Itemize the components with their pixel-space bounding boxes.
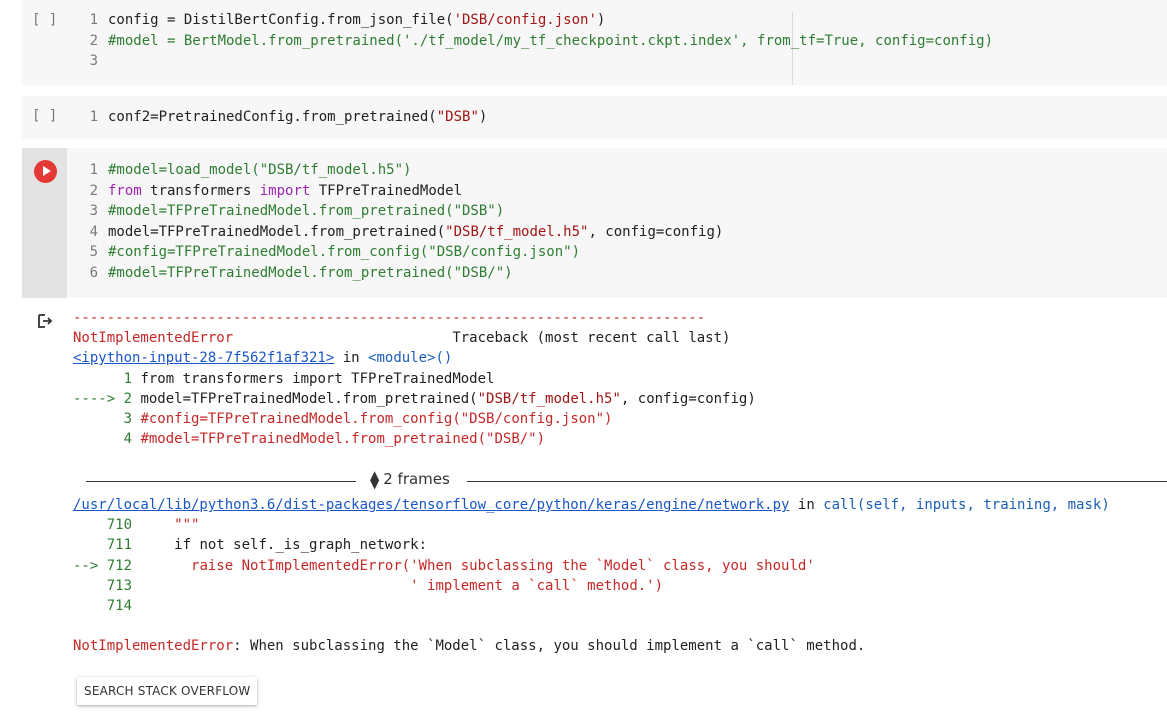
cell-run-bracket[interactable]: [ ]: [32, 108, 57, 124]
final-error: NotImplementedError: When subclassing th…: [73, 638, 866, 655]
file-path-link[interactable]: /usr/local/lib/python3.6/dist-packages/t…: [73, 497, 789, 513]
output-arrow-icon[interactable]: [36, 312, 54, 330]
code-cell-2[interactable]: [ ] 1 conf2=PretrainedConfig.from_pretrai…: [22, 96, 1167, 139]
traceback-divider: ----------------------------------------…: [73, 310, 706, 326]
code-line: 1 conf2=PretrainedConfig.from_pretrained(…: [89, 109, 488, 125]
code-line: 3: [89, 53, 98, 69]
trace-line-current: ----> 2 model=TFPreTrainedModel.from_pre…: [73, 390, 756, 407]
trace-line: 3 #config=TFPreTrainedModel.from_config(…: [123, 411, 613, 428]
trace-line: 713 ' implement a `call` method.'): [106, 577, 664, 594]
trace-line: 4 #model=TFPreTrainedModel.from_pretrain…: [123, 431, 546, 448]
frames-divider-left: [86, 481, 356, 482]
code-line: 1 config = DistilBertConfig.from_json_fil…: [89, 12, 606, 28]
trace-line: 1 from transformers import TFPreTrainedM…: [123, 370, 495, 387]
cell-output-frames: /usr/local/lib/python3.6/dist-packages/t…: [73, 497, 1110, 655]
frames-toggle[interactable]: ▲ ▼ 2 frames: [370, 467, 450, 491]
frames-divider-right: [467, 481, 1167, 482]
code-line: 1 #model=load_model("DSB/tf_model.h5"): [89, 162, 412, 178]
code-line: 3 #model=TFPreTrainedModel.from_pretraine…: [89, 203, 505, 219]
code-line: 6 #model=TFPreTrainedModel.from_pretraine…: [89, 264, 513, 281]
trace-line: 714: [106, 598, 133, 615]
code-editor[interactable]: 1 conf2=PretrainedConfig.from_pretrained(…: [83, 107, 488, 128]
code-line: 5 #config=TFPreTrainedModel.from_config("…: [89, 244, 581, 260]
traceback-header: Traceback (most recent call last): [452, 330, 731, 347]
ipython-input-link[interactable]: <ipython-input-28-7f562f1af321>: [73, 350, 334, 366]
error-name: NotImplementedError: [73, 330, 234, 347]
run-cell-button[interactable]: [34, 160, 57, 183]
code-editor[interactable]: 1 config = DistilBertConfig.from_json_fil…: [83, 10, 993, 72]
trace-line: 711 if not self._is_graph_network:: [106, 537, 428, 554]
code-cell-1[interactable]: [ ] 1 config = DistilBertConfig.from_json…: [22, 0, 1167, 85]
code-editor[interactable]: 1 #model=load_model("DSB/tf_model.h5") 2f…: [83, 160, 724, 283]
code-line: 2 from transformers import TFPreTrainedMo…: [89, 182, 463, 199]
search-stack-overflow-button[interactable]: SEARCH STACK OVERFLOW: [77, 677, 258, 705]
code-line: 4 model=TFPreTrainedModel.from_pretrained…: [89, 223, 724, 240]
trace-line: 710 """: [106, 517, 200, 534]
trace-line-current: --> 712 raise NotImplementedError('When …: [73, 557, 815, 574]
cell-run-bracket[interactable]: [ ]: [32, 12, 57, 28]
cell-output: ----------------------------------------…: [73, 310, 756, 448]
code-line: 2 #model = BertModel.from_pretrained('./t…: [89, 32, 994, 49]
code-cell-3-active[interactable]: 1 #model=load_model("DSB/tf_model.h5") 2f…: [22, 148, 1167, 298]
expand-collapse-icon: ▲ ▼: [370, 467, 380, 491]
